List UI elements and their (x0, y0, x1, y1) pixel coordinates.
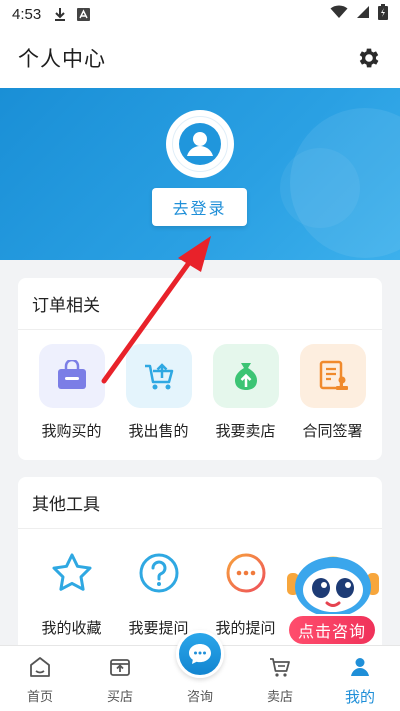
nav-label: 买店 (106, 690, 133, 705)
shopping-bag-icon (38, 344, 105, 408)
order-item-label: 合同签署 (302, 422, 363, 440)
gear-icon[interactable] (356, 45, 382, 71)
signal-icon (356, 5, 370, 23)
battery-icon (378, 4, 388, 24)
page-header: 个人中心 (0, 28, 400, 88)
nav-item-mine[interactable]: 我的 (320, 646, 400, 711)
tool-item-label: 我的收藏 (41, 619, 102, 637)
nav-label: 咨询 (186, 690, 213, 705)
app-notification-icon (77, 7, 91, 21)
status-time: 4:53 (12, 5, 42, 23)
tools-title: 其他工具 (18, 477, 382, 529)
chat-bubble-icon[interactable] (176, 630, 224, 678)
download-icon (53, 7, 67, 21)
user-icon (347, 654, 373, 680)
tool-item-my-questions[interactable]: 我的提问 (202, 541, 289, 638)
nav-label: 首页 (26, 690, 53, 705)
wifi-icon (330, 5, 348, 23)
bottom-nav: 首页 买店 咨询 卖店 我的 (0, 630, 400, 711)
profile-banner: 去登录 (0, 88, 400, 260)
status-bar: 4:53 (0, 0, 400, 28)
orders-title: 订单相关 (18, 278, 382, 330)
orders-card: 订单相关 我购买的 我出售的 我要卖店 合同签署 (18, 278, 382, 460)
order-item-contract[interactable]: 合同签署 (289, 344, 376, 441)
question-icon (126, 541, 192, 605)
login-button[interactable]: 去登录 (152, 188, 247, 226)
nav-item-buy-store[interactable]: 买店 (80, 646, 160, 711)
order-item-purchased[interactable]: 我购买的 (28, 344, 115, 441)
money-bag-icon (212, 344, 279, 408)
user-avatar-icon (172, 116, 228, 172)
more-dots-icon (213, 541, 279, 605)
page-title: 个人中心 (18, 47, 106, 71)
nav-item-home[interactable]: 首页 (0, 646, 80, 711)
store-upload-icon (107, 654, 133, 680)
nav-item-sell-store[interactable]: 卖店 (240, 646, 320, 711)
consult-now-button[interactable]: 点击咨询 (287, 614, 377, 646)
home-icon (27, 654, 53, 680)
cart-upload-icon (125, 344, 192, 408)
banner-decoration (280, 148, 360, 228)
order-item-label: 我出售的 (128, 422, 189, 440)
tool-item-ask[interactable]: 我要提问 (115, 541, 202, 638)
avatar[interactable] (166, 110, 234, 178)
cart-icon (267, 654, 293, 680)
contract-stamp-icon (299, 344, 366, 408)
order-item-label: 我购买的 (41, 422, 102, 440)
order-item-sold[interactable]: 我出售的 (115, 344, 202, 441)
nav-label: 卖店 (266, 690, 293, 705)
tool-item-favorites[interactable]: 我的收藏 (28, 541, 115, 638)
nav-item-consult[interactable]: 咨询 (160, 630, 240, 711)
order-item-label: 我要卖店 (215, 422, 276, 440)
order-item-sell-store[interactable]: 我要卖店 (202, 344, 289, 441)
tool-item-label: 我要提问 (128, 619, 189, 637)
nav-label: 我的 (344, 688, 375, 706)
tool-item-label: 我的提问 (215, 619, 276, 637)
star-icon (39, 541, 105, 605)
